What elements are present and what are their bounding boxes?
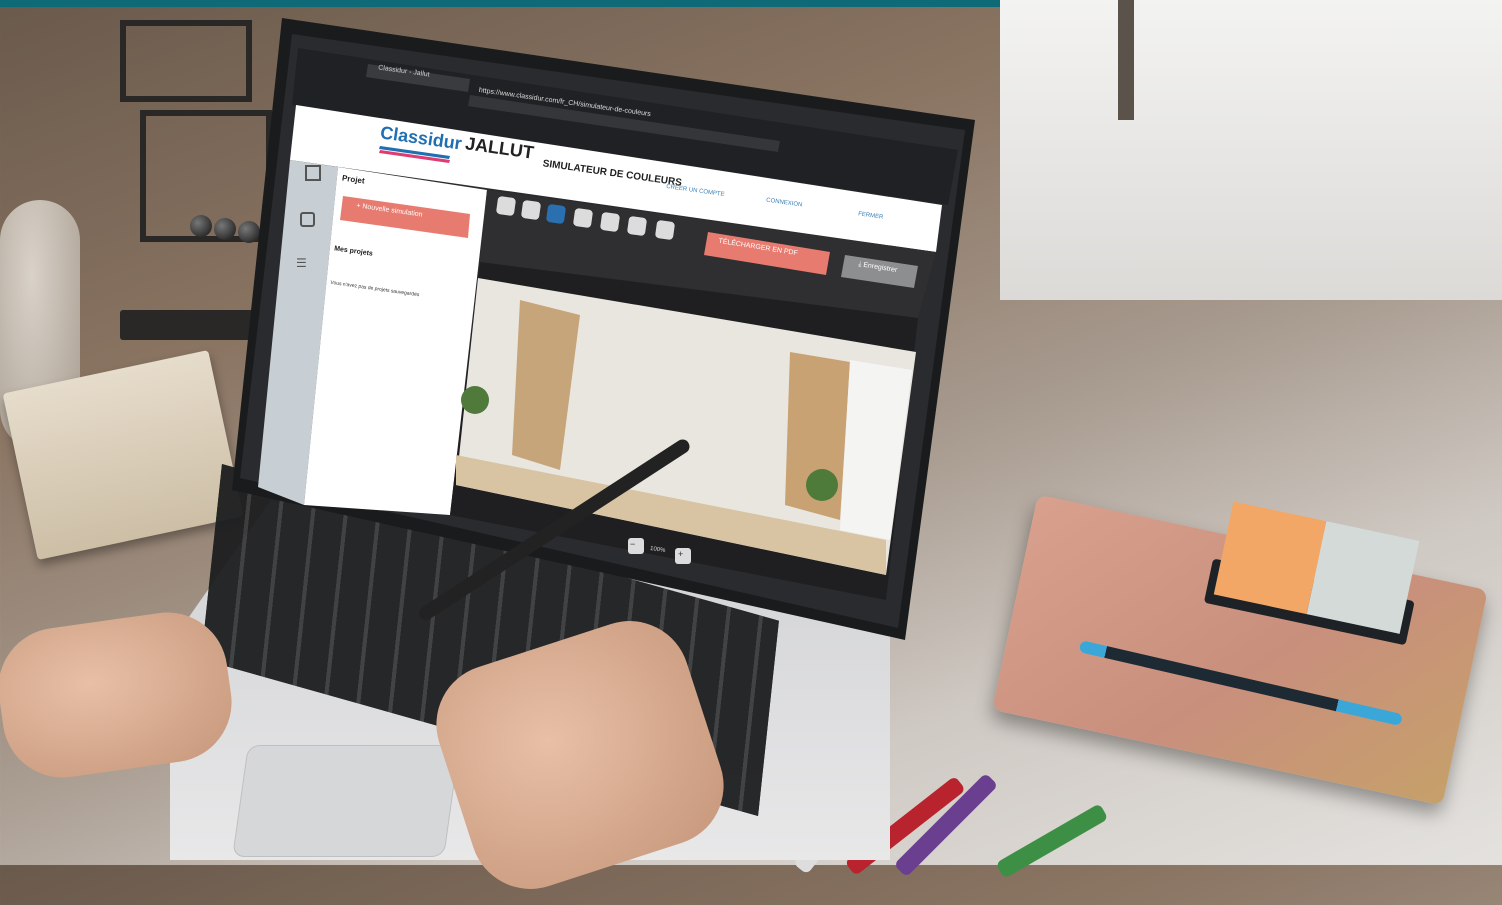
laptop-screen xyxy=(232,18,975,640)
